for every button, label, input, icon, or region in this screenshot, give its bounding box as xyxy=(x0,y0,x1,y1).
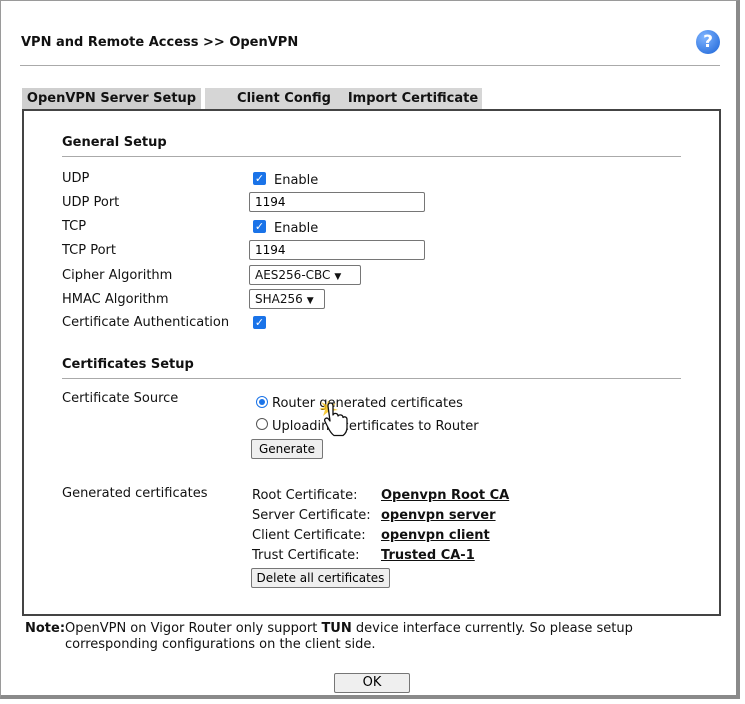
router-generated-radio[interactable] xyxy=(256,396,268,408)
tcp-port-label: TCP Port xyxy=(62,243,116,258)
note-line1-post: device interface currently. So please se… xyxy=(351,621,633,636)
certificate-authentication-checkbox[interactable]: ✓ xyxy=(253,316,266,329)
udp-enable-label: Enable xyxy=(274,173,319,188)
udp-enable-checkbox[interactable]: ✓ xyxy=(253,172,266,185)
delete-all-certificates-button[interactable]: Delete all certificates xyxy=(251,568,390,588)
hmac-algorithm-label: HMAC Algorithm xyxy=(62,292,169,307)
client-certificate-link[interactable]: openvpn client xyxy=(381,528,490,543)
udp-label: UDP xyxy=(62,171,90,186)
tcp-enable-label: Enable xyxy=(274,221,319,236)
chevron-down-icon: ▼ xyxy=(306,296,314,306)
upload-certificates-label: Uploading certificates to Router xyxy=(272,419,479,434)
server-certificate-label: Server Certificate: xyxy=(252,508,371,523)
note-text: OpenVPN on Vigor Router only support TUN… xyxy=(65,621,705,653)
generated-certificates-label: Generated certificates xyxy=(62,486,208,501)
cipher-algorithm-value: AES256-CBC xyxy=(255,268,331,282)
general-setup-divider xyxy=(62,156,681,157)
question-icon[interactable]: ? xyxy=(696,30,720,54)
note-line2: corresponding configurations on the clie… xyxy=(65,637,376,652)
cipher-algorithm-label: Cipher Algorithm xyxy=(62,268,173,283)
note-line1-pre: OpenVPN on Vigor Router only support xyxy=(65,621,322,636)
tcp-enable-checkbox[interactable]: ✓ xyxy=(253,220,266,233)
note-label: Note: xyxy=(25,621,65,636)
hmac-algorithm-value: SHA256 xyxy=(255,292,303,306)
certificates-setup-divider xyxy=(62,378,681,379)
certificate-source-label: Certificate Source xyxy=(62,391,179,406)
page-title: VPN and Remote Access >> OpenVPN xyxy=(21,35,299,50)
router-generated-label: Router generated certificates xyxy=(272,396,463,411)
upload-certificates-radio[interactable] xyxy=(256,418,268,430)
note-label-text: Note: xyxy=(25,621,66,636)
hmac-algorithm-select[interactable]: SHA256 ▼ xyxy=(249,289,325,309)
udp-port-label: UDP Port xyxy=(62,195,120,210)
title-divider xyxy=(20,65,720,66)
certificate-authentication-label: Certificate Authentication xyxy=(62,315,230,330)
trust-certificate-label: Trust Certificate: xyxy=(252,548,360,563)
tcp-label: TCP xyxy=(62,219,87,234)
client-certificate-label: Client Certificate: xyxy=(252,528,366,543)
tcp-port-input[interactable] xyxy=(249,240,425,260)
chevron-down-icon: ▼ xyxy=(334,272,342,282)
generate-button[interactable]: Generate xyxy=(251,439,323,459)
tab-client-config[interactable]: Client Config xyxy=(205,88,363,109)
hand-pointer-icon xyxy=(319,400,348,437)
tab-import-certificate[interactable]: Import Certificate xyxy=(344,88,482,109)
root-certificate-link[interactable]: Openvpn Root CA xyxy=(381,488,509,503)
server-certificate-link[interactable]: openvpn server xyxy=(381,508,496,523)
udp-port-input[interactable] xyxy=(249,192,425,212)
cipher-algorithm-select[interactable]: AES256-CBC ▼ xyxy=(249,265,361,285)
trust-certificate-link[interactable]: Trusted CA-1 xyxy=(381,548,475,563)
general-setup-heading: General Setup xyxy=(62,135,167,150)
root-certificate-label: Root Certificate: xyxy=(252,488,358,503)
tab-openvpn-server-setup[interactable]: OpenVPN Server Setup xyxy=(22,88,201,109)
note-line1-bold: TUN xyxy=(321,621,352,636)
certificates-setup-heading: Certificates Setup xyxy=(62,357,194,372)
ok-button[interactable]: OK xyxy=(334,673,410,693)
